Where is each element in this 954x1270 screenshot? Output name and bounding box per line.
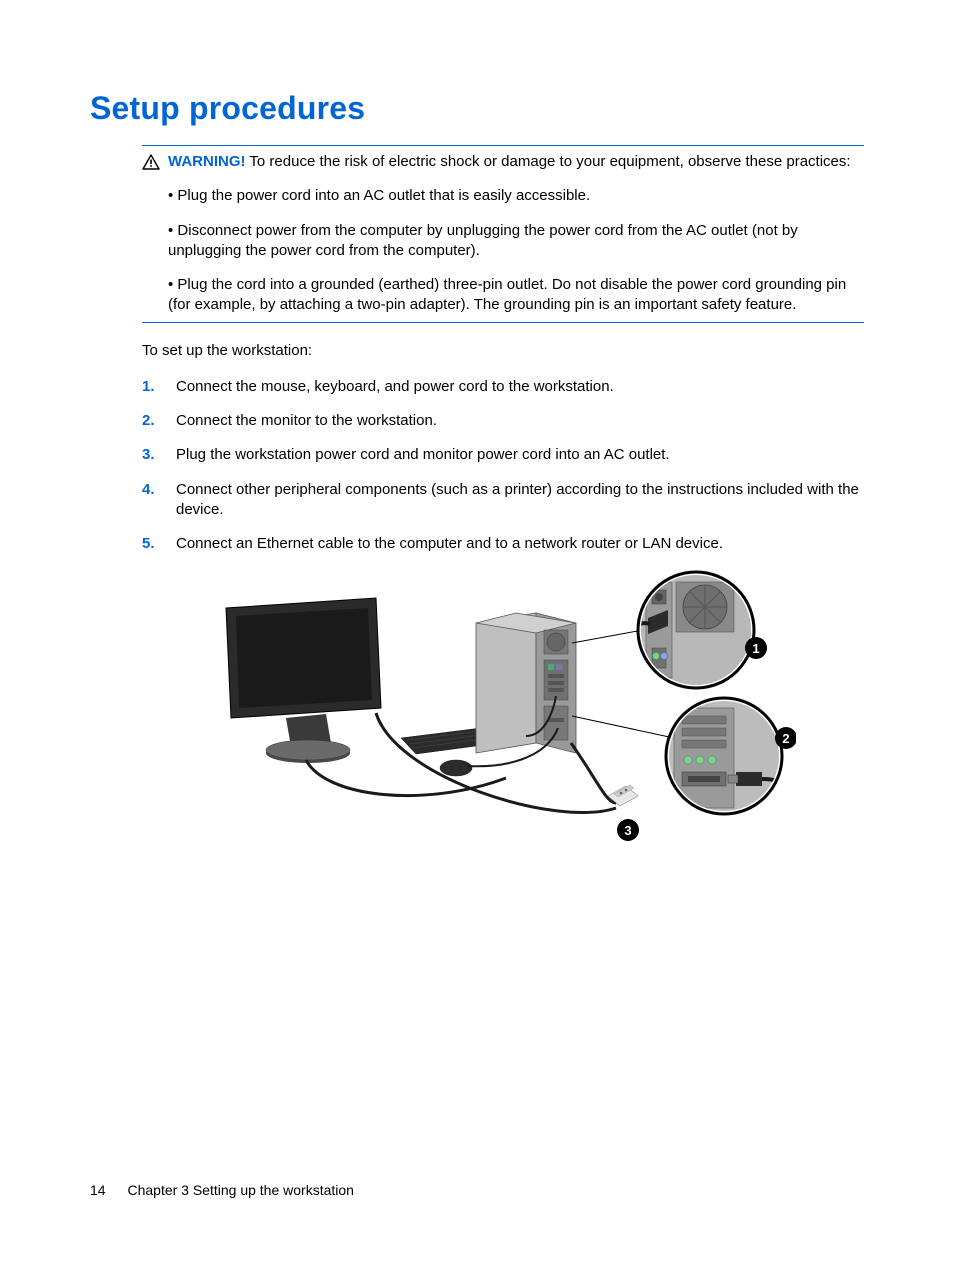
callout-3: 3: [624, 823, 631, 838]
warning-triangle-icon: [142, 154, 160, 170]
lead-text: To set up the workstation:: [142, 341, 864, 361]
page-number: 14: [90, 1182, 106, 1198]
step-item: Connect other peripheral components (suc…: [142, 480, 864, 521]
callout-1: 1: [752, 641, 759, 656]
warning-bullet: • Plug the cord into a grounded (earthed…: [168, 275, 864, 316]
setup-diagram: 1: [176, 568, 864, 863]
callout-2: 2: [782, 731, 789, 746]
step-item: Connect the monitor to the workstation.: [142, 411, 864, 431]
warning-label: WARNING!: [168, 153, 246, 170]
page-footer: 14 Chapter 3 Setting up the workstation: [90, 1182, 354, 1198]
warning-bullet: • Plug the power cord into an AC outlet …: [168, 186, 864, 206]
page-title: Setup procedures: [90, 90, 864, 127]
chapter-label: Chapter 3 Setting up the workstation: [127, 1182, 353, 1198]
warning-box: WARNING! To reduce the risk of electric …: [142, 145, 864, 323]
warning-bullet: • Disconnect power from the computer by …: [168, 221, 864, 262]
step-list: Connect the mouse, keyboard, and power c…: [142, 377, 864, 555]
warning-intro: To reduce the risk of electric shock or …: [249, 153, 850, 170]
step-item: Connect an Ethernet cable to the compute…: [142, 534, 864, 554]
step-item: Plug the workstation power cord and moni…: [142, 445, 864, 465]
step-item: Connect the mouse, keyboard, and power c…: [142, 377, 864, 397]
